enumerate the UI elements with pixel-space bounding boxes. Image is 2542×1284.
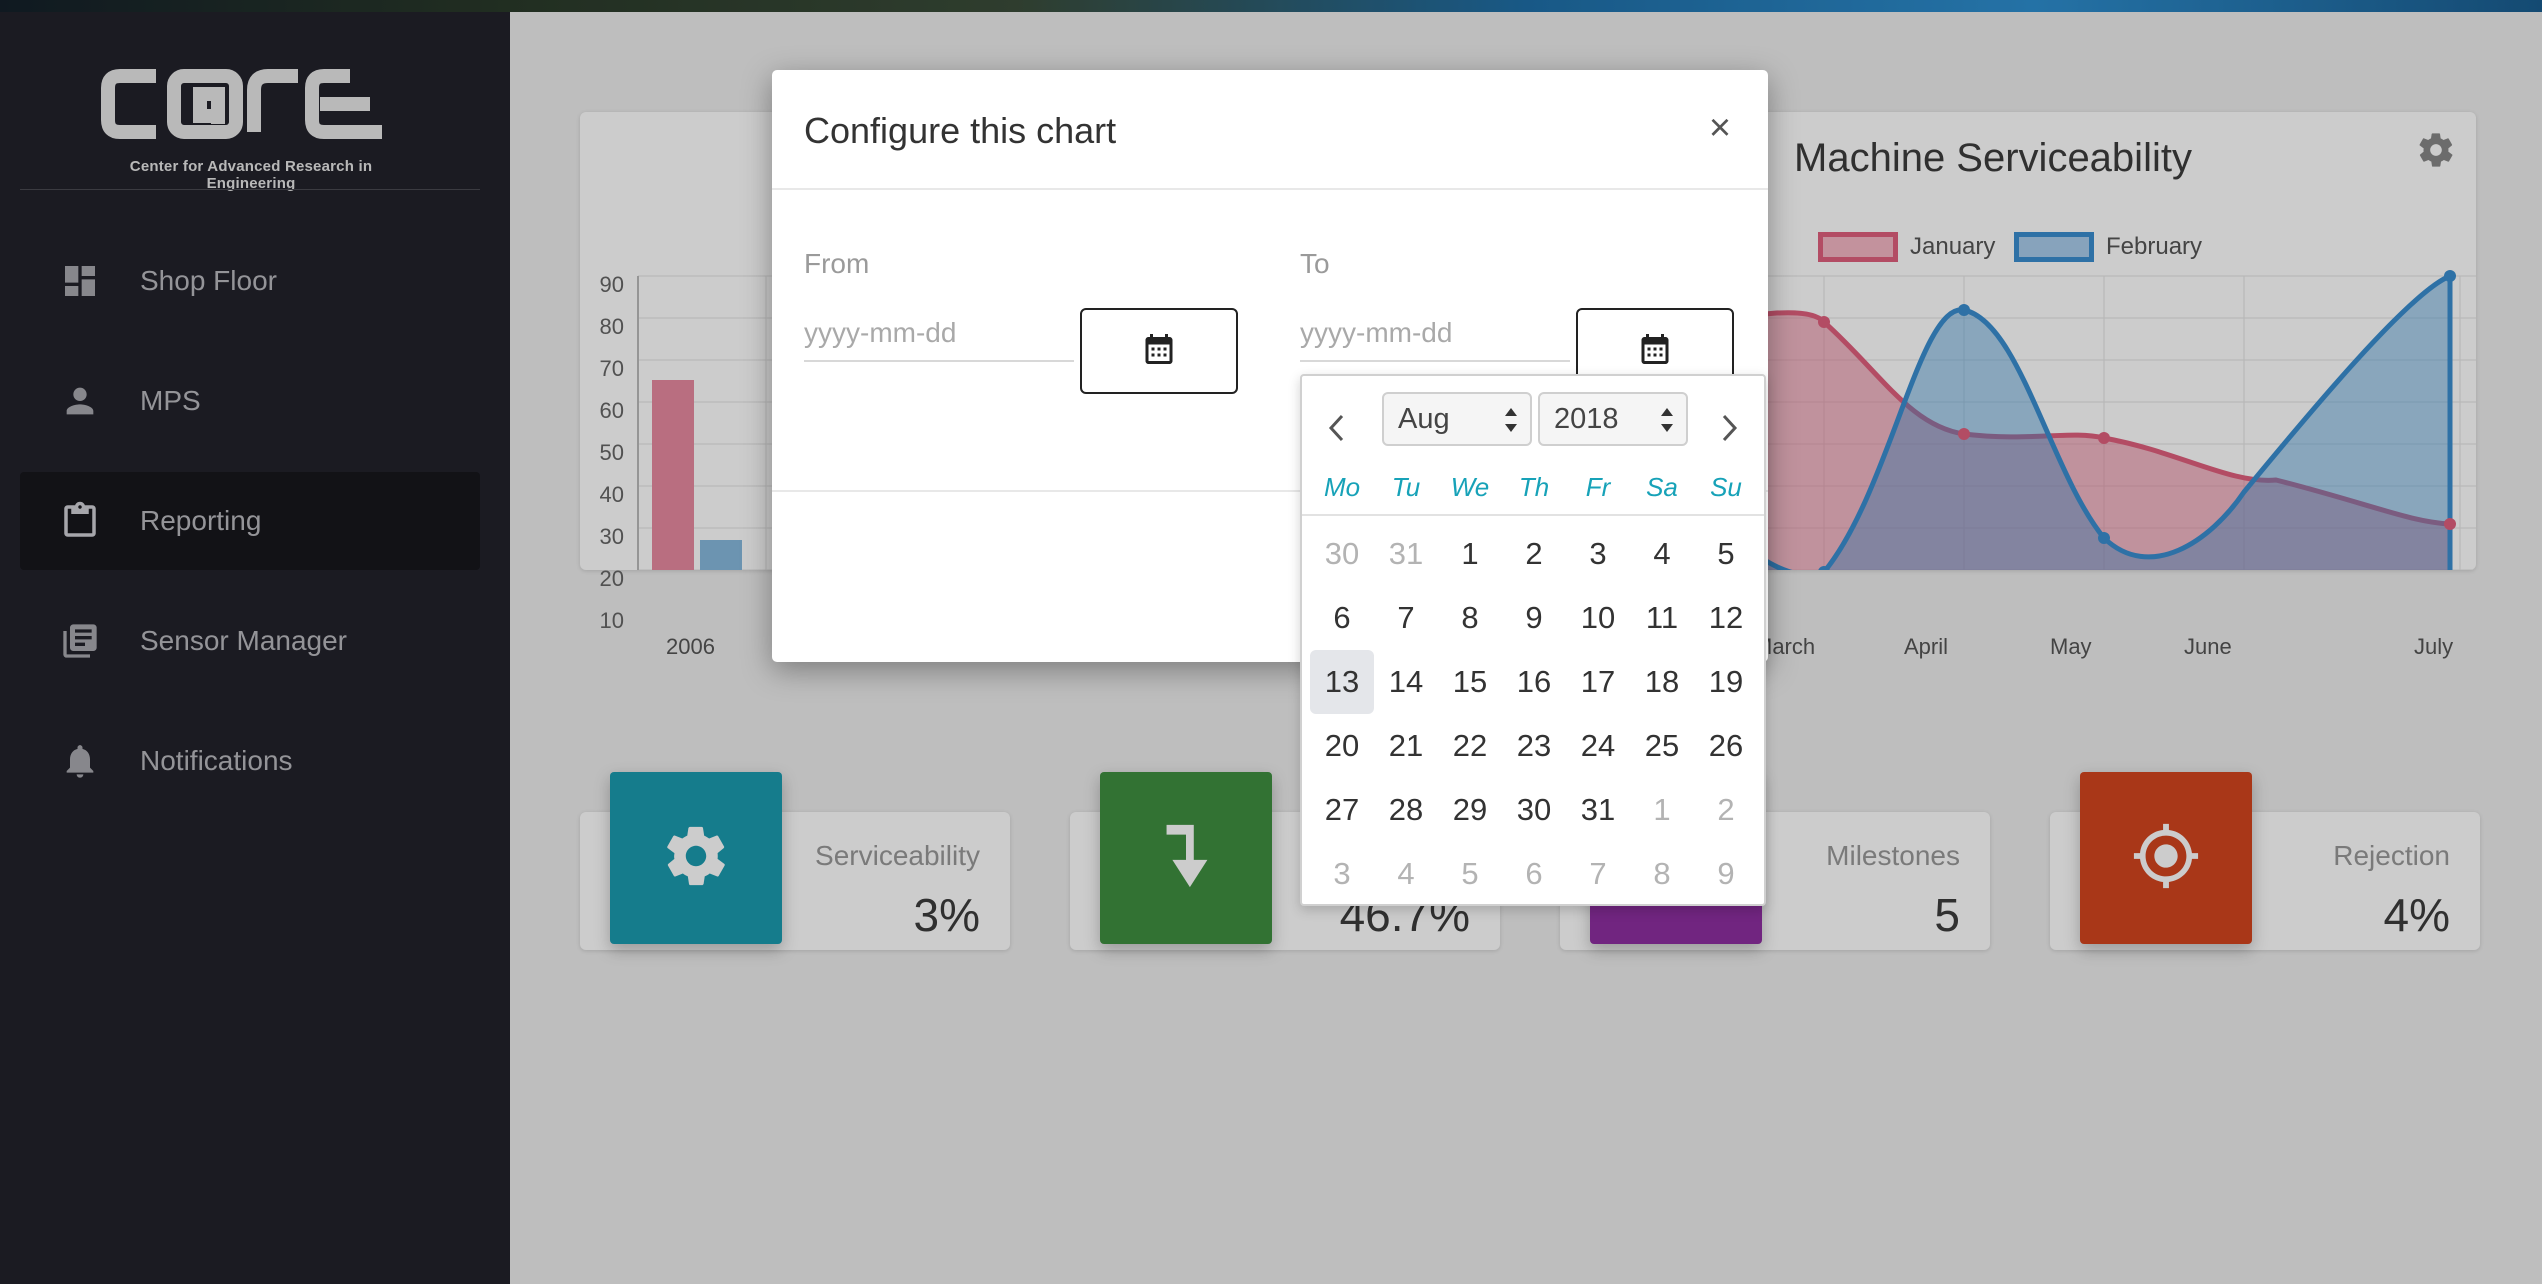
chevron-right-icon bbox=[1718, 413, 1740, 448]
week-row: 30 31 1 2 3 4 5 bbox=[1310, 522, 1760, 586]
day-cell[interactable]: 9 bbox=[1502, 586, 1566, 650]
day-cell[interactable]: 2 bbox=[1694, 778, 1758, 842]
day-cell[interactable]: 3 bbox=[1566, 522, 1630, 586]
from-calendar-button[interactable] bbox=[1080, 308, 1238, 394]
day-cell[interactable]: 23 bbox=[1502, 714, 1566, 778]
day-cell[interactable]: 4 bbox=[1374, 842, 1438, 906]
day-cell[interactable]: 1 bbox=[1630, 778, 1694, 842]
select-arrows-icon bbox=[1661, 408, 1673, 432]
day-cell[interactable]: 12 bbox=[1694, 586, 1758, 650]
day-cell[interactable]: 28 bbox=[1374, 778, 1438, 842]
day-cell[interactable]: 21 bbox=[1374, 714, 1438, 778]
month-select[interactable]: Aug bbox=[1382, 392, 1532, 446]
day-cell[interactable]: 24 bbox=[1566, 714, 1630, 778]
day-cell[interactable]: 10 bbox=[1566, 586, 1630, 650]
datepicker-popup: Aug 2018 Mo Tu We Th Fr Sa Su 30 31 1 2 … bbox=[1300, 374, 1766, 906]
day-cell[interactable]: 15 bbox=[1438, 650, 1502, 714]
weekday-label: Tu bbox=[1391, 472, 1421, 502]
day-cell[interactable]: 8 bbox=[1630, 842, 1694, 906]
weekday-label: Fr bbox=[1585, 472, 1611, 502]
day-cell[interactable]: 8 bbox=[1438, 586, 1502, 650]
year-select-value: 2018 bbox=[1554, 402, 1619, 435]
day-grid: 30 31 1 2 3 4 5 6 7 8 9 10 11 12 13 14 1… bbox=[1310, 522, 1760, 906]
datepicker-divider bbox=[1302, 514, 1764, 516]
modal-header-divider bbox=[772, 188, 1768, 190]
day-cell[interactable]: 27 bbox=[1310, 778, 1374, 842]
calendar-icon bbox=[1141, 331, 1177, 372]
weekday-label: Su bbox=[1710, 472, 1742, 502]
day-cell[interactable]: 30 bbox=[1310, 522, 1374, 586]
weekday-label: We bbox=[1450, 472, 1490, 502]
week-row: 3 4 5 6 7 8 9 bbox=[1310, 842, 1760, 906]
year-select[interactable]: 2018 bbox=[1538, 392, 1688, 446]
day-cell[interactable]: 5 bbox=[1694, 522, 1758, 586]
day-cell[interactable]: 29 bbox=[1438, 778, 1502, 842]
week-row: 20 21 22 23 24 25 26 bbox=[1310, 714, 1760, 778]
to-date-input[interactable] bbox=[1300, 306, 1570, 362]
weekday-label: Sa bbox=[1646, 472, 1678, 502]
day-cell[interactable]: 22 bbox=[1438, 714, 1502, 778]
select-arrows-icon bbox=[1505, 408, 1517, 432]
day-cell-today[interactable]: 13 bbox=[1310, 650, 1374, 714]
month-select-value: Aug bbox=[1398, 402, 1450, 435]
week-row: 13 14 15 16 17 18 19 bbox=[1310, 650, 1760, 714]
day-cell[interactable]: 25 bbox=[1630, 714, 1694, 778]
day-cell[interactable]: 2 bbox=[1502, 522, 1566, 586]
day-cell[interactable]: 6 bbox=[1310, 586, 1374, 650]
week-row: 27 28 29 30 31 1 2 bbox=[1310, 778, 1760, 842]
day-cell[interactable]: 31 bbox=[1566, 778, 1630, 842]
day-cell[interactable]: 9 bbox=[1694, 842, 1758, 906]
day-cell[interactable]: 7 bbox=[1566, 842, 1630, 906]
day-cell[interactable]: 5 bbox=[1438, 842, 1502, 906]
day-cell[interactable]: 26 bbox=[1694, 714, 1758, 778]
close-icon[interactable]: × bbox=[1700, 108, 1740, 148]
day-cell[interactable]: 18 bbox=[1630, 650, 1694, 714]
day-cell[interactable]: 30 bbox=[1502, 778, 1566, 842]
weekday-header: Mo Tu We Th Fr Sa Su bbox=[1302, 462, 1764, 512]
day-cell[interactable]: 14 bbox=[1374, 650, 1438, 714]
to-label: To bbox=[1300, 248, 1330, 279]
chevron-left-icon bbox=[1326, 413, 1348, 448]
weekday-label: Mo bbox=[1323, 472, 1361, 502]
day-cell[interactable]: 11 bbox=[1630, 586, 1694, 650]
from-date-input[interactable] bbox=[804, 306, 1074, 362]
day-cell[interactable]: 20 bbox=[1310, 714, 1374, 778]
day-cell[interactable]: 1 bbox=[1438, 522, 1502, 586]
day-cell[interactable]: 19 bbox=[1694, 650, 1758, 714]
day-cell[interactable]: 6 bbox=[1502, 842, 1566, 906]
day-cell[interactable]: 3 bbox=[1310, 842, 1374, 906]
day-cell[interactable]: 4 bbox=[1630, 522, 1694, 586]
day-cell[interactable]: 31 bbox=[1374, 522, 1438, 586]
from-label: From bbox=[804, 248, 870, 279]
weekday-label: Th bbox=[1518, 472, 1550, 502]
day-cell[interactable]: 16 bbox=[1502, 650, 1566, 714]
day-cell[interactable]: 7 bbox=[1374, 586, 1438, 650]
day-cell[interactable]: 17 bbox=[1566, 650, 1630, 714]
modal-title: Configure this chart bbox=[804, 110, 1117, 151]
prev-month-button[interactable] bbox=[1312, 402, 1362, 458]
week-row: 6 7 8 9 10 11 12 bbox=[1310, 586, 1760, 650]
next-month-button[interactable] bbox=[1704, 402, 1754, 458]
calendar-icon bbox=[1637, 331, 1673, 372]
